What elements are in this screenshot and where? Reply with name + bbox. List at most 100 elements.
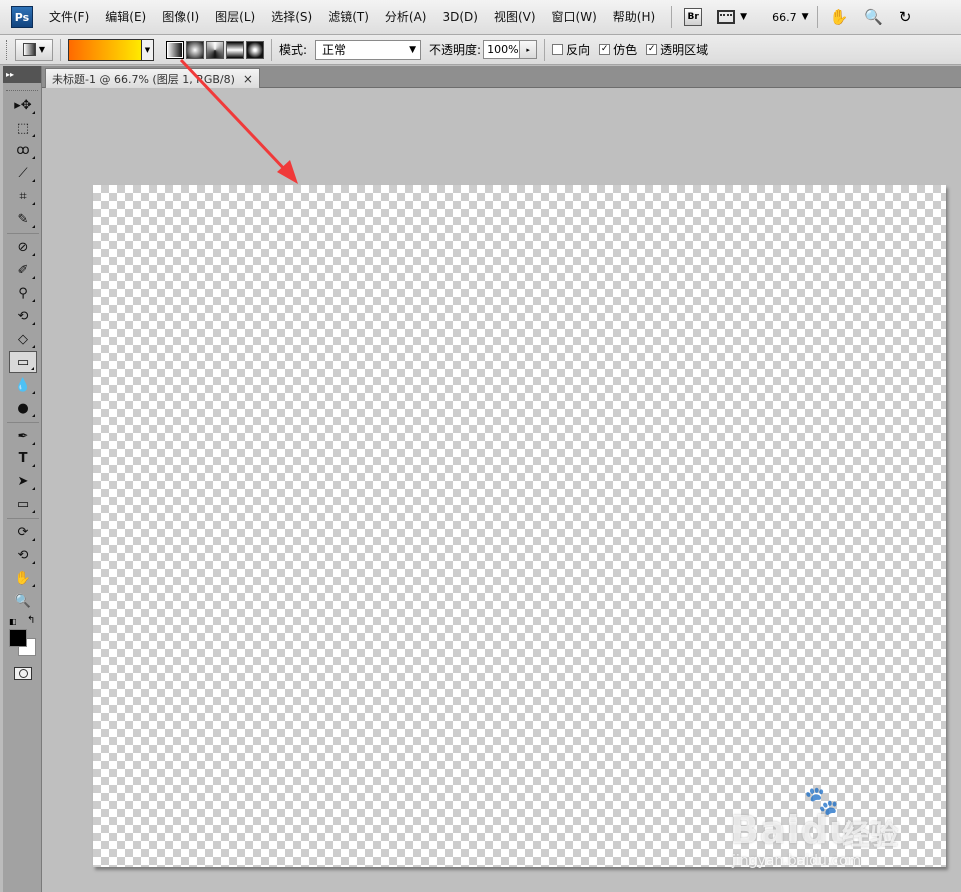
shape-tool[interactable]: ▭ [9,493,37,515]
brush-tool[interactable]: ✐ [9,259,37,281]
crop-tool[interactable]: ⌗ [9,185,37,207]
chevron-down-icon: ▼ [38,45,46,54]
dither-option[interactable]: ✓ 仿色 [599,41,637,58]
transparency-option[interactable]: ✓ 透明区域 [646,41,708,58]
opacity-slider-toggle-icon[interactable]: ▸ [520,40,538,59]
opacity-label: 不透明度: [429,43,482,57]
options-separator [271,38,272,61]
clone-stamp-tool[interactable]: ⚲ [9,282,37,304]
quick-selection-tool[interactable]: ⟋ [9,162,37,184]
gradient-type-group [166,40,264,59]
chevron-down-icon[interactable]: ▼ [740,12,747,22]
document-workspace[interactable] [42,88,961,892]
type-tool[interactable]: T [9,447,37,469]
dither-checkbox[interactable]: ✓ [599,44,611,55]
crop-tool-icon: ⌗ [19,188,27,204]
menu-3d[interactable]: 3D(D) [434,0,485,35]
screen-mode-icon[interactable] [717,10,736,24]
transparency-checkbox[interactable]: ✓ [646,44,658,55]
document-tab[interactable]: 未标题-1 @ 66.7% (图层 1, RGB/8) × [45,68,260,88]
menu-file[interactable]: 文件(F) [41,0,97,35]
opacity-input[interactable]: 100% [483,40,521,59]
foreground-color-swatch[interactable] [9,629,27,647]
document-tab-title: 未标题-1 @ 66.7% (图层 1, RGB/8) [52,72,235,86]
history-brush-tool[interactable]: ⟲ [9,305,37,327]
zoom-chevron-down-icon[interactable]: ▼ [802,12,809,22]
tools-panel-grip[interactable] [6,83,38,91]
3d-rotate-tool-icon: ⟳ [17,524,29,540]
menu-window[interactable]: 窗口(W) [544,0,605,35]
zoom-icon[interactable]: 🔍 [864,8,883,26]
menu-help[interactable]: 帮助(H) [605,0,663,35]
pen-tool[interactable]: ✒ [9,425,37,447]
swap-colors-icon[interactable]: ↰ [27,615,35,626]
close-icon[interactable]: × [243,72,253,86]
eraser-tool[interactable]: ◇ [9,328,37,350]
dither-label: 仿色 [613,43,638,57]
options-separator [60,38,61,61]
angle-gradient-icon[interactable] [206,40,224,59]
hand-tool[interactable]: ✋ [9,567,37,589]
healing-brush-tool[interactable]: ⊘ [9,236,37,258]
hand-icon[interactable]: ✋ [830,8,849,26]
menu-separator [816,6,818,28]
marquee-tool[interactable]: ⬚ [9,117,37,139]
eraser-tool-icon: ◇ [18,331,28,347]
dodge-tool[interactable]: ● [9,397,37,419]
tool-preset-picker[interactable]: ▼ [15,38,53,61]
move-tool[interactable]: ▸✥ [9,94,37,116]
radial-gradient-icon[interactable] [186,40,204,59]
quick-mask-icon[interactable] [14,667,32,680]
rotate-view-icon[interactable]: ↻ [899,8,912,26]
3d-rotate-tool[interactable]: ⟳ [9,521,37,543]
hand-tool-icon: ✋ [14,570,32,586]
quick-selection-tool-icon: ⟋ [18,165,28,181]
menu-image[interactable]: 图像(I) [154,0,207,35]
history-brush-tool-icon: ⟲ [17,308,29,324]
path-selection-tool[interactable]: ➤ [9,470,37,492]
transparent-canvas[interactable] [93,185,946,867]
move-tool-icon: ▸✥ [14,97,32,113]
gradient-preset-icon [22,43,36,56]
dodge-tool-icon: ● [17,400,29,416]
default-colors-icon[interactable]: ◧ [9,617,18,626]
menu-select[interactable]: 选择(S) [263,0,320,35]
clone-stamp-tool-icon: ⚲ [18,285,28,301]
tools-separator [7,233,39,234]
mode-select[interactable]: 正常 ▼ [315,39,422,60]
lasso-tool-icon: ꝏ [16,142,30,158]
3d-orbit-tool[interactable]: ⟲ [9,544,37,566]
brush-tool-icon: ✐ [17,262,29,278]
reverse-label: 反向 [566,43,591,57]
tools-panel-collapse-icon[interactable]: ▸▸ [3,66,41,83]
reverse-option[interactable]: 反向 [552,41,590,58]
linear-gradient-icon[interactable] [166,40,184,59]
menu-bar: Ps 文件(F) 编辑(E) 图像(I) 图层(L) 选择(S) 滤镜(T) 分… [0,0,961,35]
lasso-tool[interactable]: ꝏ [9,139,37,161]
gradient-editor-swatch[interactable] [68,38,142,61]
gradient-tool[interactable]: ▭ [9,351,37,373]
healing-brush-tool-icon: ⊘ [17,239,29,255]
reflected-gradient-icon[interactable] [226,40,244,59]
zoom-tool[interactable]: 🔍 [9,590,37,612]
reverse-checkbox[interactable] [552,44,564,55]
menu-analysis[interactable]: 分析(A) [377,0,435,35]
menu-layer[interactable]: 图层(L) [207,0,263,35]
photoshop-logo: Ps [11,6,33,28]
tools-panel: ▸▸ ▸✥ ⬚ ꝏ ⟋ ⌗ ✎ ⊘ ✐ ⚲ ⟲ ◇ ▭ 💧 ● ✒ T ➤ ▭ … [3,66,42,892]
document-tab-bar: 未标题-1 @ 66.7% (图层 1, RGB/8) × [42,66,961,88]
menu-edit[interactable]: 编辑(E) [97,0,154,35]
blur-tool[interactable]: 💧 [9,374,37,396]
eyedropper-tool[interactable]: ✎ [9,208,37,230]
menu-view[interactable]: 视图(V) [486,0,544,35]
marquee-tool-icon: ⬚ [16,120,30,136]
diamond-gradient-icon[interactable] [246,40,264,59]
zoom-level[interactable]: 66.7 [772,11,797,24]
menu-filter[interactable]: 滤镜(T) [320,0,377,35]
color-swatches [9,629,39,659]
bridge-button[interactable]: Br [684,8,703,26]
options-separator [544,38,546,61]
gradient-picker-chevron-icon[interactable]: ▼ [142,38,154,61]
options-grip[interactable] [6,39,9,60]
shape-tool-icon: ▭ [16,496,30,512]
